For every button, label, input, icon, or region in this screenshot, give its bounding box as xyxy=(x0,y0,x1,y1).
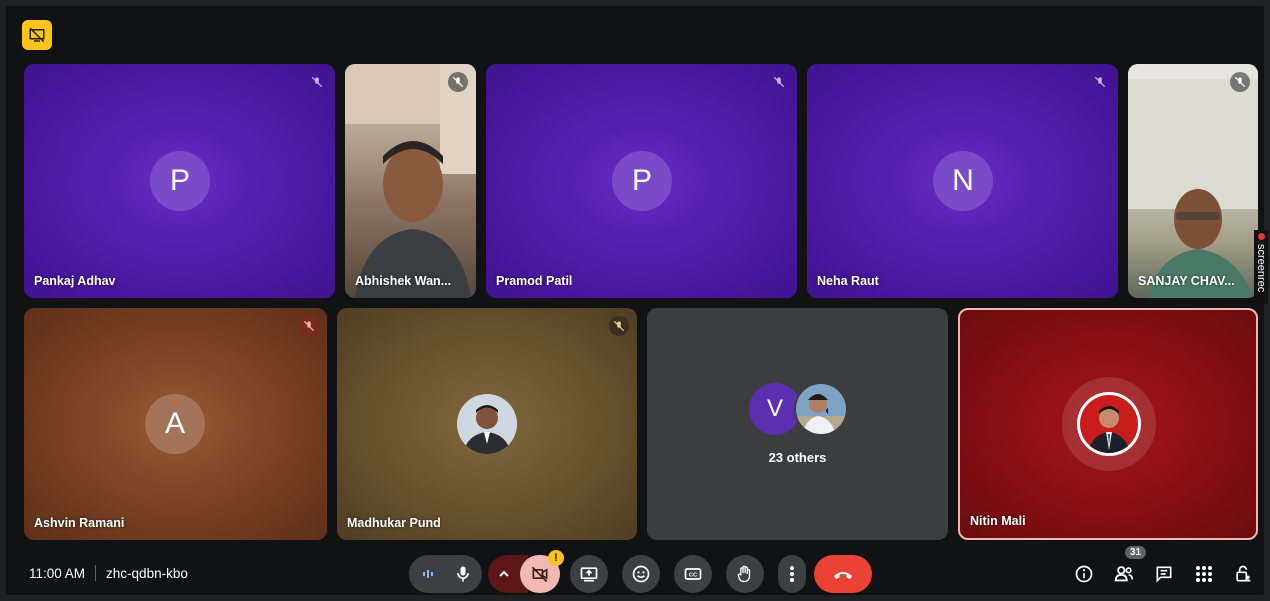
screenrec-badge[interactable]: screenrec xyxy=(1254,230,1268,304)
divider xyxy=(95,565,97,581)
chevron-up-icon xyxy=(499,570,509,577)
mic-off-icon xyxy=(1090,72,1110,92)
present-button[interactable] xyxy=(570,555,608,593)
audio-level-icon xyxy=(421,567,435,586)
participant-tile[interactable]: P Pramod Patil xyxy=(486,64,797,298)
screenrec-label: screenrec xyxy=(1255,244,1267,293)
chat-button[interactable] xyxy=(1152,562,1176,586)
others-tile[interactable]: V 23 others xyxy=(647,308,948,540)
mic-off-icon xyxy=(769,72,789,92)
svg-text:CC: CC xyxy=(689,573,698,579)
avatar: N xyxy=(933,151,993,211)
participant-name: Nitin Mali xyxy=(970,514,1026,528)
meeting-info: 11:00 AM zhc-qdbn-kbo xyxy=(29,565,188,581)
screen-share-blocked-icon[interactable] xyxy=(22,20,52,50)
record-dot-icon xyxy=(1257,233,1265,240)
participant-name: Abhishek Wan... xyxy=(355,274,452,288)
mic-off-icon xyxy=(307,72,327,92)
captions-button[interactable]: CC xyxy=(674,555,712,593)
apps-grid-icon xyxy=(1196,566,1212,582)
participant-tile[interactable]: P Pankaj Adhav xyxy=(24,64,335,298)
participant-video xyxy=(345,64,476,298)
camera-off-icon xyxy=(531,566,548,583)
participant-tile-self[interactable]: Nitin Mali xyxy=(958,308,1258,540)
avatar xyxy=(794,382,848,436)
control-bar: 11:00 AM zhc-qdbn-kbo ! CC 31 xyxy=(0,546,1270,601)
activities-button[interactable] xyxy=(1192,562,1216,586)
participant-video xyxy=(1128,64,1258,298)
host-controls-button[interactable] xyxy=(1231,562,1255,586)
people-icon xyxy=(1114,566,1134,582)
meeting-code[interactable]: zhc-qdbn-kbo xyxy=(106,566,188,581)
mic-off-icon xyxy=(299,316,319,336)
others-count: 23 others xyxy=(768,450,827,465)
avatar: P xyxy=(612,151,672,211)
raise-hand-button[interactable] xyxy=(726,555,764,593)
microphone-button[interactable] xyxy=(444,555,482,593)
more-vert-icon xyxy=(790,566,794,582)
present-screen-icon xyxy=(580,567,598,582)
participant-tile[interactable]: A Ashvin Ramani xyxy=(24,308,327,540)
avatar: A xyxy=(145,394,205,454)
captions-icon: CC xyxy=(684,568,702,580)
end-call-icon xyxy=(834,572,852,579)
participant-name: Neha Raut xyxy=(817,274,879,288)
people-button[interactable] xyxy=(1112,562,1136,586)
participant-name: Pankaj Adhav xyxy=(34,274,116,288)
avatar xyxy=(1077,392,1141,456)
participant-name: SANJAY CHAV... xyxy=(1138,274,1235,288)
mic-off-icon xyxy=(609,316,629,336)
meeting-details-button[interactable] xyxy=(1072,562,1096,586)
participant-tile[interactable]: N Neha Raut xyxy=(807,64,1118,298)
leave-call-button[interactable] xyxy=(814,555,872,593)
mic-group xyxy=(409,555,482,593)
meeting-time: 11:00 AM xyxy=(29,565,86,581)
participant-name: Pramod Patil xyxy=(496,274,573,288)
more-options-button[interactable] xyxy=(778,555,806,593)
chat-icon xyxy=(1156,566,1172,583)
reactions-button[interactable] xyxy=(622,555,660,593)
participant-tile[interactable]: Abhishek Wan... xyxy=(345,64,476,298)
emoji-icon xyxy=(632,565,650,583)
mic-off-icon xyxy=(448,72,468,92)
participant-name: Madhukar Pund xyxy=(347,516,441,530)
lock-person-icon xyxy=(1236,565,1251,582)
avatar: P xyxy=(150,151,210,211)
avatar xyxy=(457,394,517,454)
participant-tile[interactable]: SANJAY CHAV... xyxy=(1128,64,1258,298)
warning-badge: ! xyxy=(548,550,564,566)
participant-name: Ashvin Ramani xyxy=(34,516,125,530)
info-icon xyxy=(1075,565,1093,583)
participant-tile[interactable]: Madhukar Pund xyxy=(337,308,637,540)
people-count-badge: 31 xyxy=(1125,546,1147,559)
microphone-icon xyxy=(457,566,469,582)
hand-icon xyxy=(737,565,751,583)
mic-off-icon xyxy=(1230,72,1250,92)
